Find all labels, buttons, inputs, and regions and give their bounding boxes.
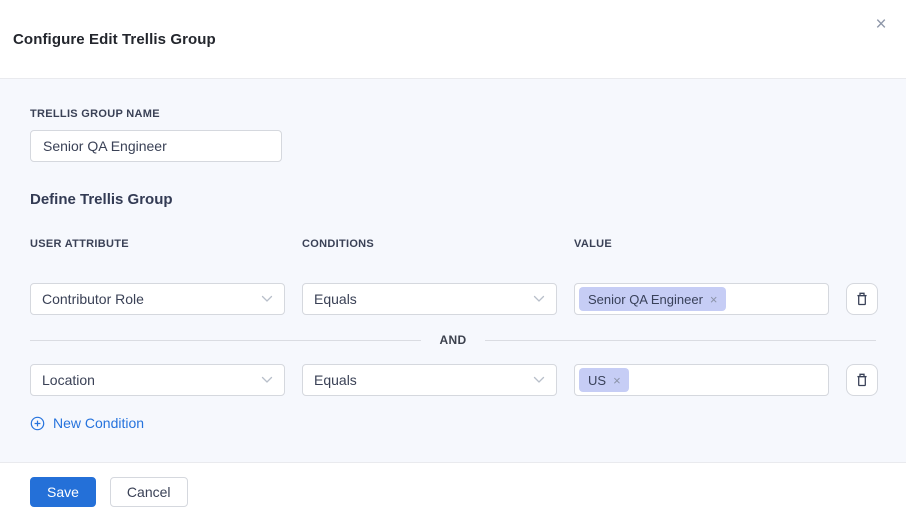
value-chip: US × [579,368,629,392]
condition-column-headers: USER ATTRIBUTE CONDITIONS VALUE [30,238,876,250]
divider-line [485,340,876,341]
modal-header: Configure Edit Trellis Group × [0,0,906,79]
value-chip: Senior QA Engineer × [579,287,726,311]
modal-footer: Save Cancel [0,463,906,521]
plus-circle-icon [30,416,45,431]
chevron-down-icon [261,376,273,384]
user-attribute-selected-value: Contributor Role [42,291,144,307]
condition-selected-value: Equals [314,372,357,388]
section-title: Define Trellis Group [30,191,876,208]
operator-label: AND [440,333,467,347]
user-attribute-selected-value: Location [42,372,95,388]
value-chip-label: Senior QA Engineer [588,292,703,307]
value-chip-label: US [588,373,606,388]
delete-condition-button[interactable] [846,364,878,396]
column-header-conditions: CONDITIONS [302,238,557,250]
trash-icon [854,372,870,388]
modal-title: Configure Edit Trellis Group [13,31,216,48]
group-name-input[interactable] [30,130,282,162]
modal-body: TRELLIS GROUP NAME Define Trellis Group … [0,79,906,463]
chevron-down-icon [261,295,273,303]
trash-icon [854,291,870,307]
user-attribute-select[interactable]: Location [30,364,285,396]
close-icon[interactable]: × [870,13,892,35]
column-header-user-attribute: USER ATTRIBUTE [30,238,285,250]
group-name-label: TRELLIS GROUP NAME [30,108,876,120]
configure-trellis-group-modal: Configure Edit Trellis Group × TRELLIS G… [0,0,906,521]
save-button[interactable]: Save [30,477,96,507]
divider-line [30,340,421,341]
and-operator-divider: AND [30,333,876,347]
user-attribute-select[interactable]: Contributor Role [30,283,285,315]
delete-condition-button[interactable] [846,283,878,315]
cancel-button[interactable]: Cancel [110,477,188,507]
new-condition-button[interactable]: New Condition [30,415,144,431]
condition-row: Contributor Role Equals Senior QA Engine… [30,283,876,315]
condition-selected-value: Equals [314,291,357,307]
condition-select[interactable]: Equals [302,364,557,396]
chip-remove-icon[interactable]: × [710,293,718,306]
condition-row: Location Equals US × [30,364,876,396]
chevron-down-icon [533,376,545,384]
chip-remove-icon[interactable]: × [613,374,621,387]
chevron-down-icon [533,295,545,303]
new-condition-label: New Condition [53,415,144,431]
condition-select[interactable]: Equals [302,283,557,315]
column-header-value: VALUE [574,238,829,250]
value-input[interactable]: Senior QA Engineer × [574,283,829,315]
value-input[interactable]: US × [574,364,829,396]
